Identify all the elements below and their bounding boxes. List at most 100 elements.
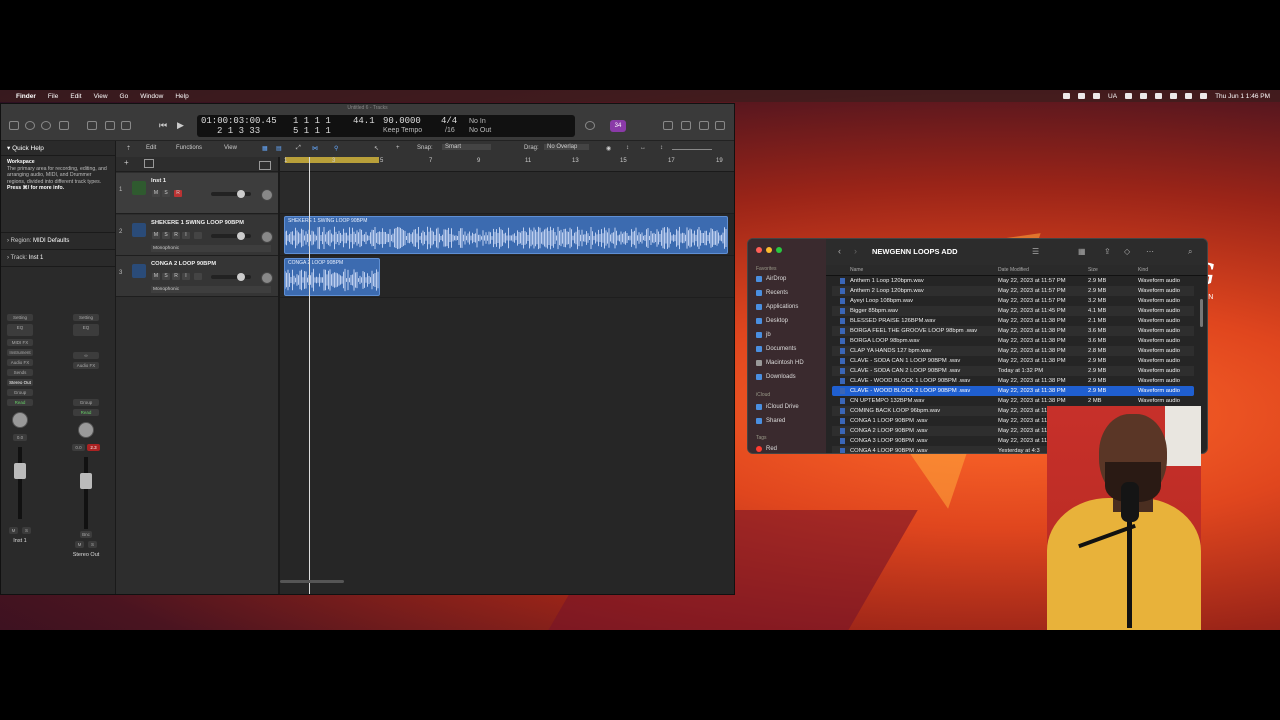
sidebar-item-airdrop[interactable]: AirDrop (756, 276, 786, 282)
file-row[interactable]: CLAVE - WOOD BLOCK 2 LOOP 90BPM .wav May … (832, 386, 1194, 396)
play-icon[interactable]: ▶ (177, 120, 184, 131)
wifi-icon[interactable] (1170, 93, 1178, 99)
file-row[interactable]: CLAVE - WOOD BLOCK 1 LOOP 90BPM .wav May … (832, 376, 1194, 386)
view-menu[interactable]: View (224, 145, 237, 151)
search-icon[interactable] (1185, 93, 1193, 99)
count-in-badge[interactable]: 34 (610, 120, 626, 132)
file-row[interactable]: CLAVE - SODA CAN 2 LOOP 90BPM .wav Today … (832, 366, 1194, 376)
audio-fx-slot[interactable]: Audio FX (73, 362, 99, 369)
automation-mode[interactable]: Read (73, 409, 99, 416)
menu-edit[interactable]: Edit (70, 93, 81, 100)
region-inspector[interactable]: › Region: MIDI Defaults (1, 233, 115, 250)
track-inspector[interactable]: › Track: Inst 1 (1, 250, 115, 267)
track-name[interactable]: Inst 1 (151, 178, 166, 184)
horizontal-zoom-icon[interactable]: ↔ (640, 145, 646, 151)
minimize-button[interactable] (766, 247, 772, 253)
track-lane[interactable]: SHEKERE 1 SWING LOOP 90BPM (280, 214, 734, 256)
sidebar-item-home[interactable]: jb (756, 332, 771, 338)
mute-button[interactable]: M (152, 232, 160, 239)
solo-button[interactable]: S (22, 527, 31, 534)
sidebar-item-tag-red[interactable]: Red (756, 446, 777, 452)
pointer-tool-icon[interactable]: ↖ (374, 145, 379, 152)
bolt-icon[interactable] (1078, 93, 1086, 99)
audio-region[interactable]: CONGA 2 LOOP 90BPM (284, 258, 380, 296)
track-name[interactable]: CONGA 2 LOOP 90BPM (151, 261, 216, 267)
sidebar-item-documents[interactable]: Documents (756, 346, 796, 352)
menu-help[interactable]: Help (175, 93, 188, 100)
scroll-thumb[interactable] (280, 580, 344, 583)
record-icon[interactable] (1063, 93, 1071, 99)
file-row[interactable]: Ayeyi Loop 108bpm.wav May 22, 2023 at 11:… (832, 296, 1194, 306)
tuner-icon[interactable] (585, 121, 595, 130)
bounce-button[interactable]: Bnc (80, 531, 92, 538)
setting-button[interactable]: Setting (73, 314, 99, 321)
zoom-icon[interactable]: ↕ (660, 145, 663, 151)
volume-fader[interactable] (14, 447, 26, 519)
menu-app-name[interactable]: Finder (16, 93, 36, 100)
bar-ruler[interactable]: 1 3 5 7 9 11 13 15 17 19 (280, 157, 734, 172)
sidebar-item-macintosh-hd[interactable]: Macintosh HD (756, 360, 804, 366)
file-row[interactable]: Bigger 85bpm.wav May 22, 2023 at 11:45 PM… (832, 306, 1194, 316)
mute-button[interactable]: M (75, 541, 84, 548)
zoom-slider[interactable] (672, 149, 712, 150)
record-button[interactable]: R (172, 232, 180, 239)
setting-button[interactable]: Setting (7, 314, 33, 321)
duplicate-track-icon[interactable] (144, 159, 154, 168)
group-slot[interactable]: Group (7, 389, 33, 396)
share-icon[interactable]: ⇪ (1104, 247, 1111, 256)
play-icon[interactable] (1140, 93, 1148, 99)
editors-icon[interactable] (121, 121, 131, 130)
search-icon[interactable]: ⌕ (1188, 247, 1192, 257)
track-lane[interactable]: CONGA 2 LOOP 90BPM (280, 256, 734, 298)
file-row[interactable]: CN UPTEMPO 132BPM.wav May 22, 2023 at 11:… (832, 396, 1194, 406)
browser-icon[interactable] (715, 121, 725, 130)
toolbar-icon[interactable] (59, 121, 69, 130)
pan-knob[interactable] (12, 412, 28, 428)
volume-slider[interactable] (211, 190, 251, 198)
sidebar-item-shared[interactable]: Shared (756, 418, 785, 424)
mute-button[interactable]: M (152, 190, 160, 197)
pan-knob[interactable] (261, 231, 273, 243)
group-icon[interactable]: ▦ (1078, 247, 1086, 256)
horizontal-scrollbar[interactable] (280, 579, 734, 585)
display-icon[interactable] (1093, 93, 1101, 99)
file-row[interactable]: Anthem 1 Loop 120bpm.wav May 22, 2023 at … (832, 276, 1194, 286)
functions-menu[interactable]: Functions (176, 145, 202, 151)
column-date[interactable]: Date Modified (998, 267, 1029, 273)
group-slot[interactable]: Group (73, 399, 99, 406)
lcd-display[interactable]: 01:00:03:00.45 2 1 3 33 1 1 1 1 5 1 1 1 … (197, 115, 575, 137)
solo-button[interactable]: S (162, 273, 170, 280)
track-name[interactable]: SHEKERE 1 SWING LOOP 90BPM (151, 220, 244, 226)
file-row[interactable]: BORGA LOOP 98bpm.wav May 22, 2023 at 11:3… (832, 336, 1194, 346)
vertical-scrollbar[interactable] (1200, 299, 1203, 327)
library-icon[interactable] (9, 121, 19, 130)
track-lock-icon[interactable] (194, 273, 202, 280)
solo-button[interactable]: S (162, 232, 170, 239)
vertical-zoom-icon[interactable]: ↕ (626, 145, 629, 151)
track-row[interactable]: 3 CONGA 2 LOOP 90BPM M S R I Monophonic (116, 256, 278, 297)
input-source[interactable]: UA (1108, 93, 1117, 100)
column-kind[interactable]: Kind (1138, 267, 1148, 273)
flex-icon[interactable]: ⋈ (312, 145, 318, 152)
inspector-icon[interactable] (25, 121, 35, 130)
forward-icon[interactable]: › (854, 246, 857, 256)
solo-button[interactable]: S (88, 541, 97, 548)
control-center-icon[interactable] (1200, 93, 1208, 99)
track-lane[interactable] (280, 172, 734, 214)
pan-knob[interactable] (261, 272, 273, 284)
automation-icon[interactable]: ⤢ (296, 145, 301, 152)
flex-mode[interactable]: Monophonic (151, 245, 271, 252)
edit-menu[interactable]: Edit (146, 145, 156, 151)
sidebar-item-applications[interactable]: Applications (756, 304, 798, 310)
menu-go[interactable]: Go (120, 93, 129, 100)
quick-help-icon[interactable] (41, 121, 51, 130)
volume-fader[interactable] (80, 457, 92, 529)
battery-icon[interactable] (1155, 93, 1163, 99)
volume-slider[interactable] (211, 232, 251, 240)
waveform-zoom-icon[interactable]: ◉ (606, 145, 611, 152)
input-monitor-button[interactable]: I (182, 273, 190, 280)
file-row[interactable]: BORGA FEEL THE GROOVE LOOP 98bpm .wav May… (832, 326, 1194, 336)
file-row[interactable]: CLAVE - SODA CAN 1 LOOP 90BPM .wav May 22… (832, 356, 1194, 366)
track-row[interactable]: 1 Inst 1 M S R (116, 173, 278, 214)
sends-slot[interactable]: Sends (7, 369, 33, 376)
